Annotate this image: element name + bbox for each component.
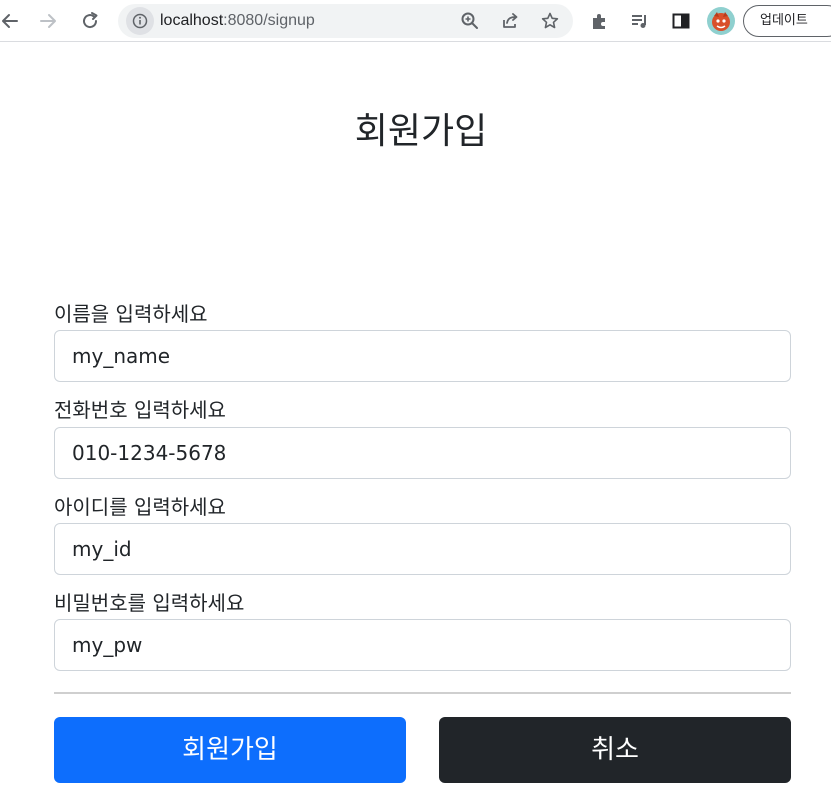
phone-label: 전화번호 입력하세요: [54, 398, 226, 422]
site-info-icon[interactable]: [126, 7, 154, 35]
name-label: 이름을 입력하세요: [54, 302, 208, 326]
update-button[interactable]: 업데이트: [743, 5, 831, 37]
side-panel-icon[interactable]: [667, 7, 695, 35]
signup-button[interactable]: 회원가입: [54, 717, 406, 783]
page-title: 회원가입: [354, 111, 488, 152]
url-host: localhost: [160, 12, 224, 29]
phone-input[interactable]: [54, 427, 791, 479]
id-label: 아이디를 입력하세요: [54, 495, 226, 519]
address-bar[interactable]: localhost:8080/signup: [118, 4, 573, 38]
id-input[interactable]: [54, 523, 791, 575]
password-label: 비밀번호를 입력하세요: [54, 591, 245, 615]
reload-icon[interactable]: [76, 7, 104, 35]
browser-toolbar: localhost:8080/signup 업데이트: [0, 0, 831, 42]
cancel-button[interactable]: 취소: [439, 717, 791, 783]
divider: [54, 692, 791, 694]
zoom-icon[interactable]: [456, 7, 484, 35]
url-text[interactable]: localhost:8080/signup: [160, 4, 315, 38]
back-icon[interactable]: [0, 7, 24, 35]
password-input[interactable]: [54, 619, 791, 671]
media-control-icon[interactable]: [626, 7, 654, 35]
profile-avatar[interactable]: [707, 7, 735, 35]
forward-icon[interactable]: [34, 7, 62, 35]
extensions-icon[interactable]: [586, 7, 614, 35]
name-input[interactable]: [54, 330, 791, 382]
share-icon[interactable]: [496, 7, 524, 35]
url-path: :8080/signup: [223, 12, 315, 29]
bookmark-star-icon[interactable]: [536, 7, 564, 35]
